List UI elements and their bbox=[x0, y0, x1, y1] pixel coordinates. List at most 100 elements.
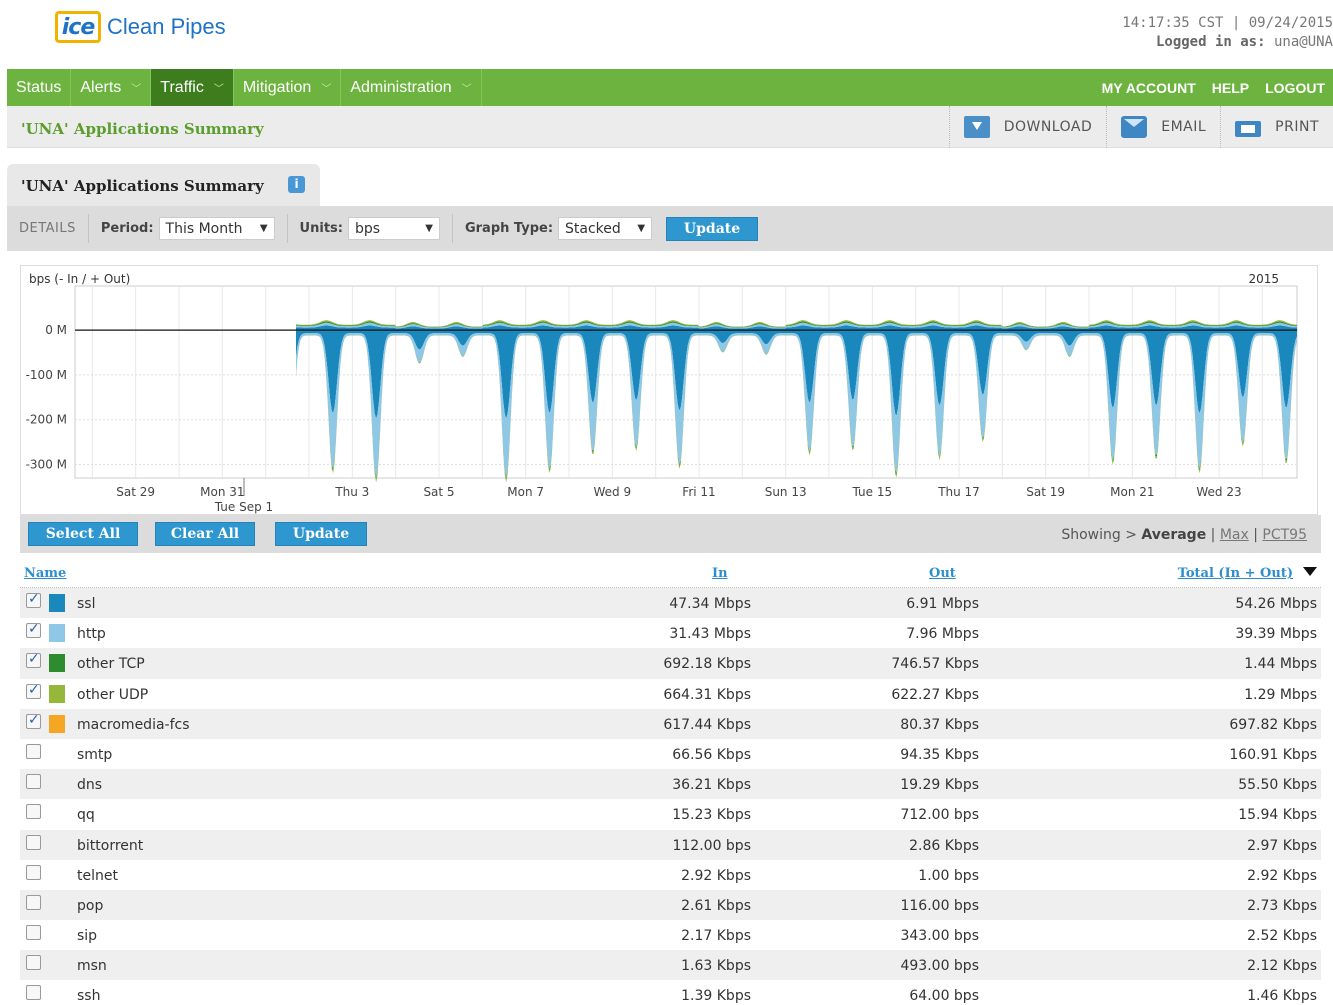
table-row: other UDP 664.31 Kbps 622.27 Kbps 1.29 Mbps bbox=[20, 679, 1321, 709]
graph-type-select[interactable]: Stacked ▼ bbox=[558, 217, 653, 240]
page-title: 'UNA' Applications Summary bbox=[21, 120, 264, 138]
y-axis-label: bps (- In / + Out) bbox=[29, 272, 130, 286]
row-checkbox[interactable] bbox=[26, 743, 41, 759]
update-selection-button[interactable]: Update bbox=[275, 522, 367, 546]
row-checkbox[interactable] bbox=[26, 894, 41, 910]
row-checkbox[interactable] bbox=[26, 651, 41, 669]
row-in: 36.21 Kbps bbox=[672, 777, 751, 794]
row-in: 2.61 Kbps bbox=[681, 897, 751, 914]
row-checkbox[interactable] bbox=[26, 864, 41, 880]
row-checkbox[interactable] bbox=[26, 834, 41, 850]
sort-desc-icon[interactable] bbox=[1303, 567, 1317, 576]
nav-link-my-account[interactable]: MY ACCOUNT bbox=[1094, 80, 1204, 96]
table-row: pop 2.61 Kbps 116.00 bps 2.73 Kbps bbox=[20, 889, 1321, 921]
email-button[interactable]: EMAIL bbox=[1106, 106, 1220, 148]
column-out[interactable]: Out bbox=[929, 566, 956, 581]
traffic-chart: 0 M -100 M -200 M -300 M bps (- In / + Out) 2… bbox=[20, 265, 1318, 515]
tab-applications-summary[interactable]: 'UNA' Applications Summary i bbox=[7, 164, 320, 206]
showing-prefix: Showing > bbox=[1061, 527, 1137, 543]
nav-link-logout[interactable]: LOGOUT bbox=[1257, 80, 1333, 96]
row-name: smtp bbox=[77, 746, 113, 763]
row-name: sip bbox=[77, 928, 98, 945]
series-color-swatch bbox=[49, 654, 65, 673]
row-checkbox[interactable] bbox=[26, 621, 41, 639]
select-all-button[interactable]: Select All bbox=[28, 522, 138, 546]
row-total: 160.91 Kbps bbox=[1229, 746, 1317, 763]
series-color-swatch bbox=[49, 594, 65, 612]
series-color-swatch bbox=[49, 624, 65, 643]
login-label: Logged in as: bbox=[1155, 34, 1266, 50]
nav-item-alerts[interactable]: Alerts ﹀ bbox=[71, 69, 152, 106]
email-label: EMAIL bbox=[1161, 119, 1207, 135]
row-checkbox[interactable] bbox=[26, 985, 41, 1001]
row-name: telnet bbox=[77, 867, 118, 884]
main-nav: Status Alerts ﹀ Traffic ﹀ Mitigation ﹀ Administ… bbox=[7, 69, 1333, 106]
download-button[interactable]: DOWNLOAD bbox=[948, 106, 1107, 148]
row-name: ssl bbox=[77, 596, 96, 612]
nav-link-help[interactable]: HELP bbox=[1204, 80, 1257, 96]
nav-item-mitigation[interactable]: Mitigation ﹀ bbox=[234, 69, 342, 106]
nav-item-label: Status bbox=[16, 78, 62, 96]
row-checkbox[interactable] bbox=[26, 682, 41, 699]
row-checkbox[interactable] bbox=[26, 925, 41, 941]
row-checkbox[interactable] bbox=[26, 955, 41, 971]
row-in: 692.18 Kbps bbox=[663, 656, 751, 673]
row-total: 697.82 Kbps bbox=[1229, 716, 1317, 733]
print-button[interactable]: PRINT bbox=[1220, 106, 1333, 148]
row-total: 1.29 Mbps bbox=[1244, 686, 1317, 703]
column-in[interactable]: In bbox=[712, 566, 728, 581]
x-tick-label: Wed 23 bbox=[1196, 485, 1241, 499]
pct95-link[interactable]: PCT95 bbox=[1262, 527, 1307, 543]
series-color-swatch bbox=[49, 684, 65, 703]
table-row: other TCP 692.18 Kbps 746.57 Kbps 1.44 Mbps bbox=[20, 648, 1321, 679]
session-info: 14:17:35 CST | 09/24/2015 Logged in as: … bbox=[1122, 15, 1333, 50]
period-select[interactable]: This Month ▼ bbox=[158, 217, 275, 240]
table-body: ssl 47.34 Mbps 6.91 Mbps 54.26 Mbps http 31.4… bbox=[20, 588, 1321, 1005]
row-out: 94.35 Kbps bbox=[900, 746, 979, 763]
max-link[interactable]: Max bbox=[1220, 527, 1249, 543]
row-total: 55.50 Kbps bbox=[1238, 777, 1317, 794]
row-in: 2.92 Kbps bbox=[681, 867, 751, 884]
row-name: ssh bbox=[77, 988, 101, 1005]
y-tick-label: 0 M bbox=[45, 323, 67, 337]
table-row: sip 2.17 Kbps 343.00 bps 2.52 Kbps bbox=[20, 920, 1321, 950]
print-icon bbox=[1235, 121, 1262, 137]
units-value: bps bbox=[354, 220, 381, 237]
clear-all-button[interactable]: Clear All bbox=[155, 522, 255, 546]
nav-item-administration[interactable]: Administration ﹀ bbox=[341, 69, 482, 106]
y-tick-label: -300 M bbox=[26, 458, 67, 472]
x-tick-label: Mon 7 bbox=[507, 485, 544, 499]
column-total[interactable]: Total (In + Out) bbox=[1178, 566, 1293, 581]
details-label[interactable]: DETAILS bbox=[7, 214, 89, 243]
logo[interactable]: ice Clean Pipes bbox=[55, 10, 226, 44]
column-name[interactable]: Name bbox=[24, 566, 66, 581]
row-name: dns bbox=[77, 777, 103, 794]
row-total: 2.73 Kbps bbox=[1247, 897, 1317, 914]
units-select[interactable]: bps ▼ bbox=[347, 217, 440, 240]
row-checkbox[interactable] bbox=[26, 804, 41, 820]
row-total: 2.97 Kbps bbox=[1247, 837, 1317, 854]
header: ice Clean Pipes 14:17:35 CST | 09/24/201… bbox=[0, 0, 1333, 69]
table-row: http 31.43 Mbps 7.96 Mbps 39.39 Mbps bbox=[20, 618, 1321, 648]
info-icon[interactable]: i bbox=[288, 176, 305, 193]
row-total: 2.52 Kbps bbox=[1247, 928, 1317, 945]
traffic-area-chart: 0 M -100 M -200 M -300 M bps (- In / + Out) 2… bbox=[26, 272, 1298, 514]
nav-item-status[interactable]: Status bbox=[7, 69, 72, 106]
row-total: 1.44 Mbps bbox=[1244, 656, 1317, 673]
update-button[interactable]: Update bbox=[666, 216, 759, 241]
tab-title: 'UNA' Applications Summary bbox=[21, 177, 264, 195]
row-checkbox[interactable] bbox=[26, 712, 41, 729]
page-header-bar: 'UNA' Applications Summary DOWNLOAD EMAI… bbox=[7, 106, 1333, 148]
row-checkbox[interactable] bbox=[26, 591, 41, 608]
showing-selector: Showing > Average | Max | PCT95 bbox=[1061, 527, 1307, 543]
row-out: 1.00 bps bbox=[918, 867, 979, 884]
nav-item-traffic[interactable]: Traffic ﹀ bbox=[151, 69, 234, 106]
row-in: 2.17 Kbps bbox=[681, 928, 751, 945]
period-label: Period: bbox=[100, 221, 154, 236]
selection-toolbar: Select All Clear All Update Showing > Av… bbox=[20, 515, 1321, 553]
x-tick-label: Mon 21 bbox=[1110, 485, 1154, 499]
row-checkbox[interactable] bbox=[26, 774, 41, 790]
ice-logo-mark: ice bbox=[55, 11, 101, 43]
graph-type-control: Graph Type: Stacked ▼ Update bbox=[453, 214, 770, 243]
row-out: 6.91 Mbps bbox=[906, 596, 979, 612]
